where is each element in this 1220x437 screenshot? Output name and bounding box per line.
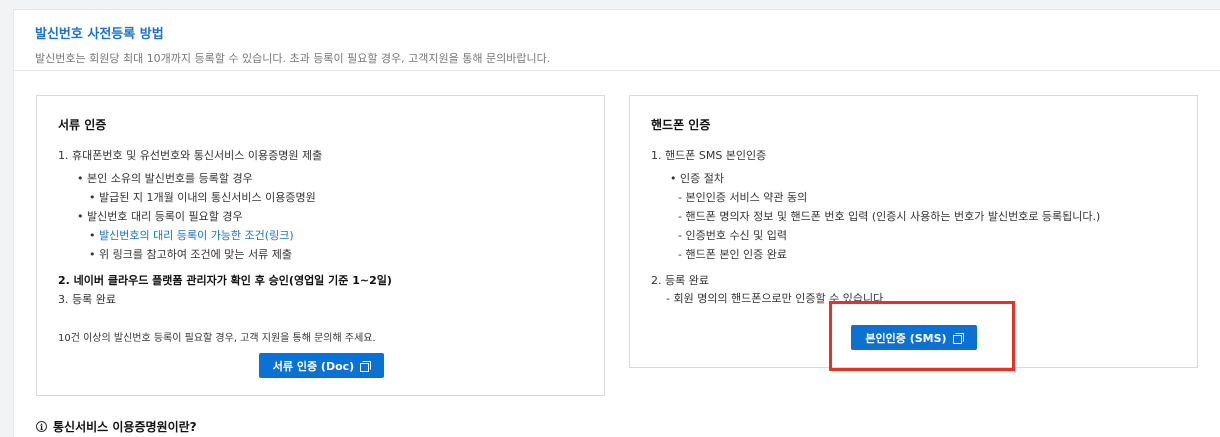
page-title: 발신번호 사전등록 방법 — [35, 27, 164, 42]
phone-step-1: 1. 핸드폰 SMS 본인인증 — [651, 149, 767, 162]
copy-icon — [360, 360, 372, 372]
doc-bullet-proxy: • 발신번호 대리 등록이 필요할 경우 — [77, 210, 243, 223]
page-container: 발신번호 사전등록 방법 발신번호는 회원당 최대 10개까지 등록할 수 있습… — [13, 9, 1220, 437]
doc-bullet-proxy-link-row: • 발신번호의 대리 등록이 가능한 조건(링크) — [89, 227, 294, 243]
phone-bullet-procedure: • 인증 절차 — [670, 172, 724, 185]
doc-auth-title: 서류 인증 — [58, 118, 107, 132]
faq-heading[interactable]: i 통신서비스 이용증명원이란? — [36, 418, 197, 435]
phone-step-2: 2. 등록 완료 — [651, 274, 709, 287]
doc-note: 10건 이상의 발신번호 등록이 필요할 경우, 고객 지원을 통해 문의해 주… — [58, 333, 376, 344]
phone-procedure-2: - 핸드폰 명의자 정보 및 핸드폰 번호 입력 (인증시 사용하는 번호가 발… — [678, 210, 1101, 223]
doc-step-3: 3. 등록 완료 — [58, 293, 116, 306]
doc-auth-card: 서류 인증 1. 휴대폰번호 및 유선번호와 통신서비스 이용증명원 제출 • … — [36, 95, 605, 396]
doc-bullet-own: • 본인 소유의 발신번호를 등록할 경우 — [77, 172, 253, 185]
faq-title: 통신서비스 이용증명원이란? — [53, 420, 197, 434]
doc-step-2: 2. 네이버 클라우드 플랫폼 관리자가 확인 후 승인(영업일 기준 1~2일… — [58, 274, 392, 287]
phone-auth-title: 핸드폰 인증 — [651, 118, 711, 132]
page-header: 발신번호 사전등록 방법 발신번호는 회원당 최대 10개까지 등록할 수 있습… — [14, 10, 1220, 71]
bullet: • — [89, 229, 96, 242]
phone-procedure-3: - 인증번호 수신 및 입력 — [678, 229, 788, 242]
doc-bullet-proxy-detail: • 위 링크를 참고하여 조건에 맞는 서류 제출 — [89, 248, 293, 261]
page-subtitle: 발신번호는 회원당 최대 10개까지 등록할 수 있습니다. 초과 등록이 필요… — [35, 52, 551, 65]
doc-auth-button[interactable]: 서류 인증 (Doc) — [259, 353, 384, 378]
info-icon: i — [36, 421, 47, 432]
doc-step-1: 1. 휴대폰번호 및 유선번호와 통신서비스 이용증명원 제출 — [58, 149, 323, 162]
doc-bullet-own-detail: • 발급된 지 1개월 이내의 통신서비스 이용증명원 — [89, 191, 316, 204]
doc-auth-button-label: 서류 인증 (Doc) — [272, 359, 355, 373]
proxy-condition-link[interactable]: 발신번호의 대리 등록이 가능한 조건(링크) — [99, 229, 294, 242]
highlight-box — [829, 301, 1015, 371]
phone-procedure-1: - 본인인증 서비스 약관 동의 — [678, 191, 808, 204]
phone-procedure-4: - 핸드폰 본인 인증 완료 — [678, 248, 788, 261]
